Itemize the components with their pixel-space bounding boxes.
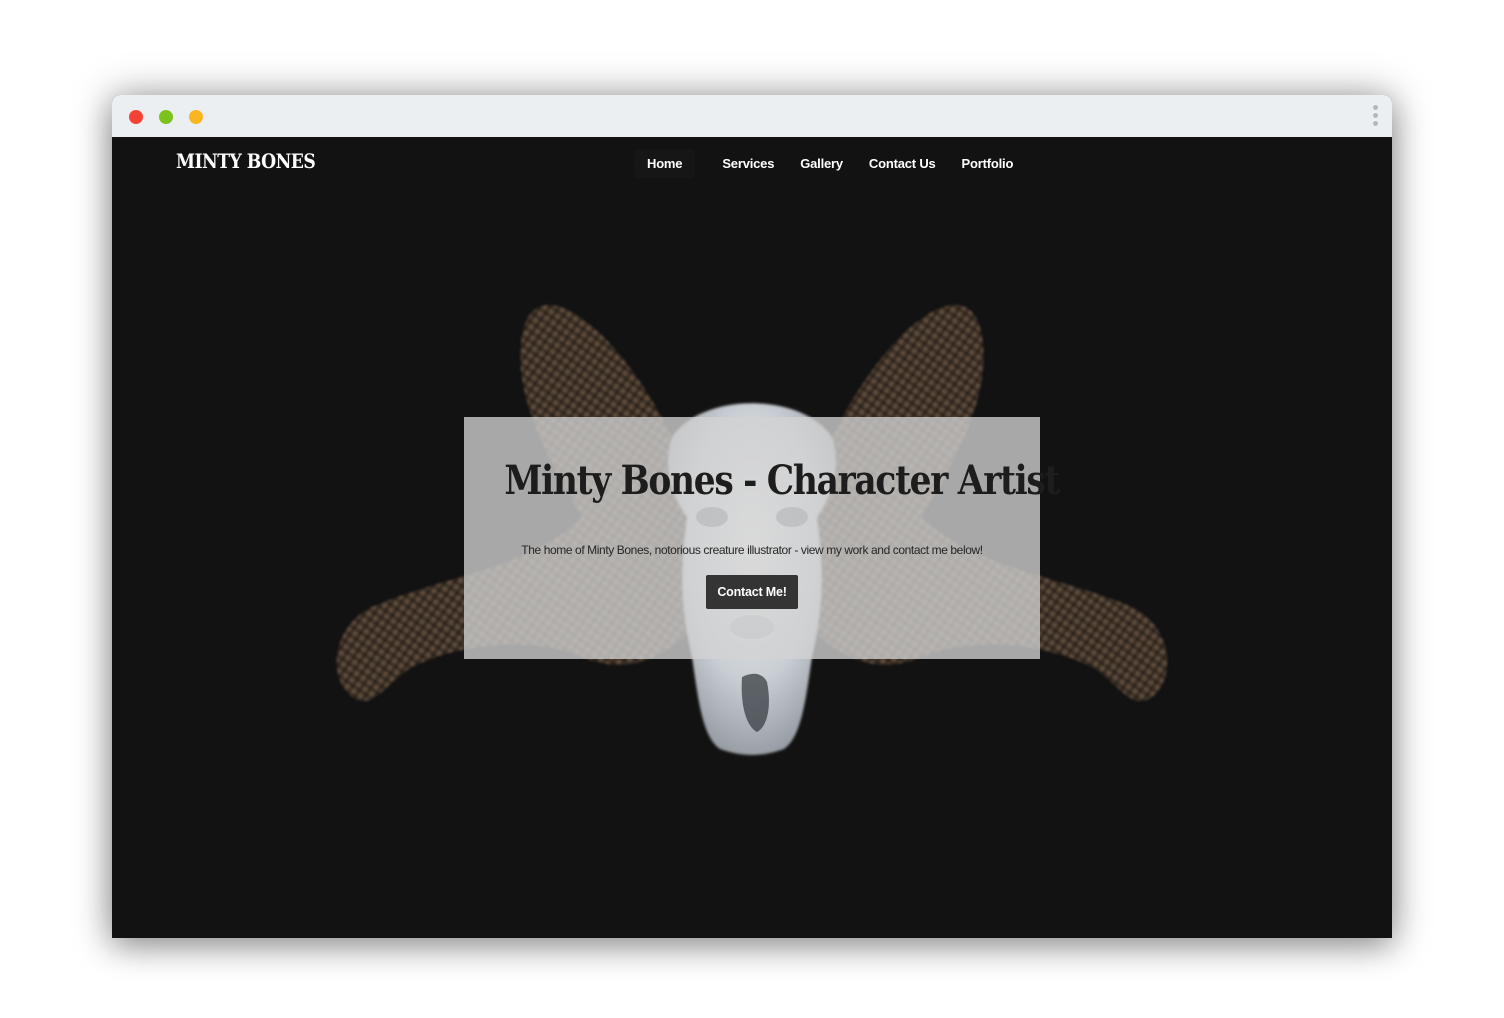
nav-gallery[interactable]: Gallery [787, 149, 856, 178]
screenshot-stage: MINTY BONES Home Services Gallery Contac… [0, 0, 1504, 1018]
browser-titlebar [112, 95, 1392, 137]
minimize-window-icon[interactable] [159, 110, 173, 124]
hero-title: Minty Bones - Character Artist [504, 457, 1060, 504]
close-window-icon[interactable] [129, 110, 143, 124]
main-navigation: Home Services Gallery Contact Us Portfol… [634, 147, 1026, 179]
hero-subtitle: The home of Minty Bones, notorious creat… [521, 543, 983, 557]
site-logo[interactable]: MINTY BONES [176, 149, 316, 173]
browser-window: MINTY BONES Home Services Gallery Contac… [112, 95, 1392, 938]
nav-services[interactable]: Services [709, 149, 787, 178]
contact-me-button[interactable]: Contact Me! [706, 575, 798, 609]
nav-contact-us[interactable]: Contact Us [856, 149, 949, 178]
nav-portfolio[interactable]: Portfolio [949, 149, 1027, 178]
kebab-menu-icon[interactable] [1371, 105, 1379, 129]
maximize-window-icon[interactable] [189, 110, 203, 124]
page-viewport: MINTY BONES Home Services Gallery Contac… [112, 137, 1392, 938]
hero-panel: Minty Bones - Character Artist The home … [464, 417, 1060, 659]
nav-home[interactable]: Home [634, 148, 696, 178]
